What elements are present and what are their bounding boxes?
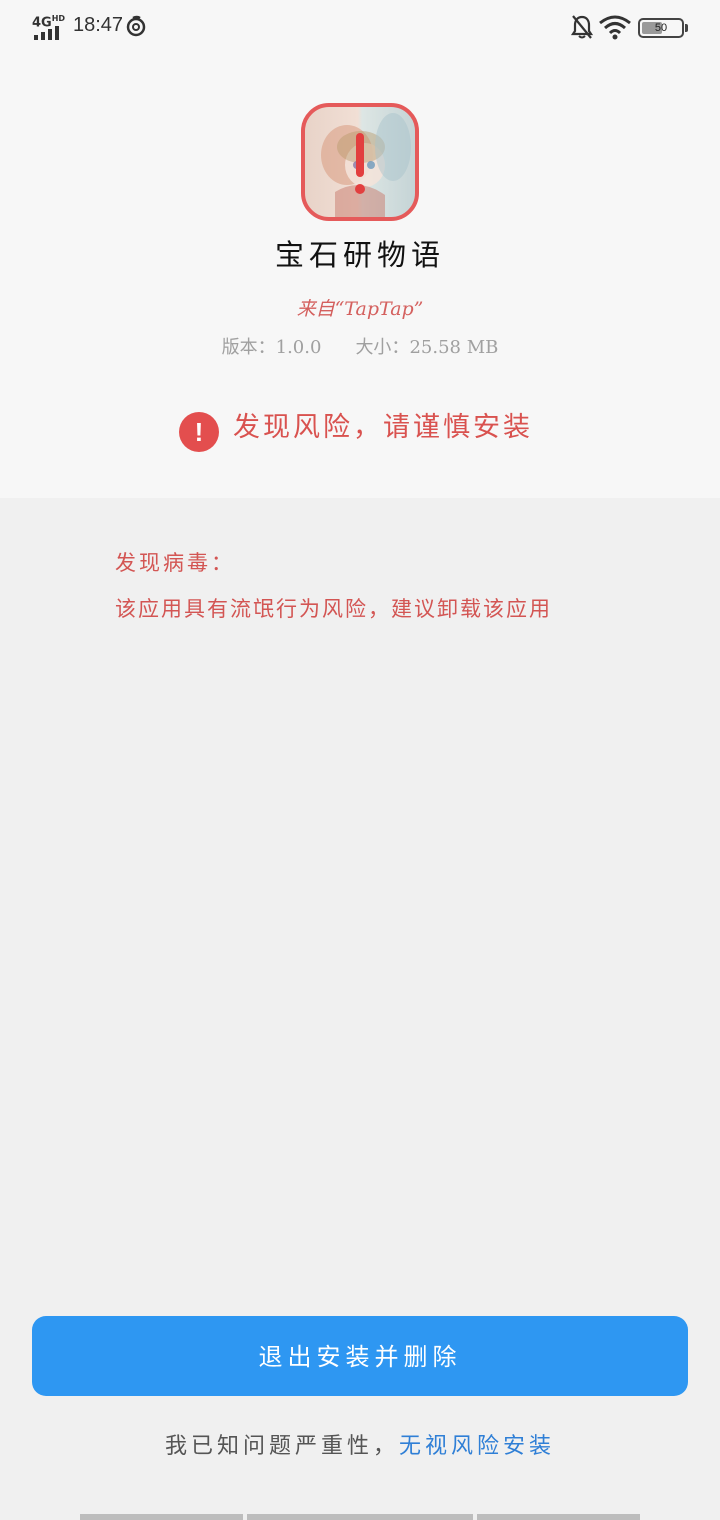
- app-meta: 版本：1.0.0 大小：25.58 MB: [0, 333, 720, 359]
- ignore-risk-install-link[interactable]: 无视风险安装: [399, 1434, 555, 1459]
- ignore-risk-prefix: 我已知问题严重性，: [164, 1434, 399, 1459]
- exclamation-circle-icon: !: [179, 412, 219, 452]
- notification-off-icon: [570, 15, 594, 39]
- app-source: 来自“TapTap”: [296, 298, 424, 320]
- nav-bar-segment[interactable]: [247, 1514, 473, 1520]
- battery-tip: [685, 24, 688, 32]
- version-label: 版本：: [221, 337, 276, 358]
- nav-bar-segment[interactable]: [477, 1514, 640, 1520]
- exit-and-delete-button[interactable]: 退出安装并删除: [32, 1316, 688, 1396]
- app-name: 宝石研物语: [274, 238, 445, 272]
- app-icon: [301, 103, 419, 221]
- nav-bar-segment[interactable]: [80, 1514, 243, 1520]
- version-value: 1.0.0: [275, 337, 322, 358]
- signal-icon: [34, 26, 64, 40]
- clock: 18:47: [73, 14, 124, 36]
- app-warning-icon: [355, 133, 365, 194]
- battery-level: 50: [654, 22, 668, 34]
- virus-description: 该应用具有流氓行为风险，建议卸载该应用: [115, 597, 552, 621]
- virus-title: 发现病毒：: [115, 551, 235, 575]
- size-label: 大小：: [355, 337, 410, 358]
- size-value: 25.58 MB: [409, 337, 499, 358]
- ignore-risk-line: 我已知问题严重性，无视风险安装: [0, 1428, 720, 1460]
- netease-music-icon: [126, 15, 146, 37]
- risk-text: 发现风险，请谨慎安装: [233, 412, 533, 443]
- wifi-icon: [599, 15, 631, 40]
- battery-icon: 50: [638, 18, 684, 38]
- status-bar: 4GHD 18:47 50: [0, 0, 720, 56]
